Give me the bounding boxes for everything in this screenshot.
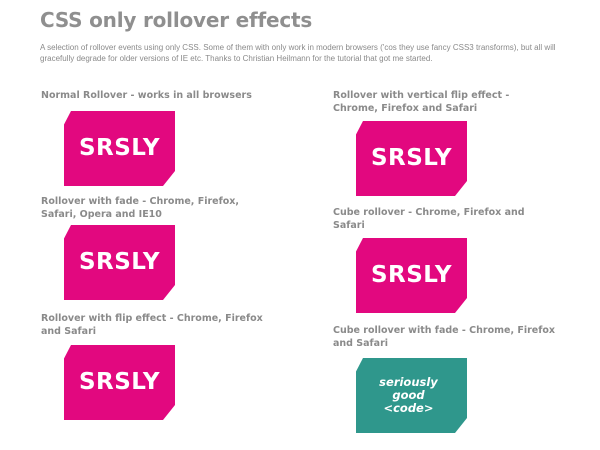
example-heading-normal: Normal Rollover - works in all browsers <box>41 90 252 101</box>
rollover-tile-flip[interactable]: SRSLY <box>64 345 175 420</box>
example-heading-vertical-flip: Rollover with vertical flip effect - Chr… <box>333 90 510 114</box>
rollover-tile-cube-fade[interactable]: seriously good <code> <box>356 358 467 433</box>
rollover-tile-cube[interactable]: SRSLY <box>356 238 467 313</box>
tile-label: SRSLY <box>78 134 161 161</box>
example-heading-fade: Rollover with fade - Chrome, Firefox, Sa… <box>41 196 239 220</box>
tile-label: SRSLY <box>370 144 453 171</box>
rollover-tile-normal[interactable]: SRSLY <box>64 111 175 186</box>
tile-label: seriously good <code> <box>379 375 438 415</box>
page-title: CSS only rollover effects <box>40 8 313 32</box>
example-heading-cube: Cube rollover - Chrome, Firefox and Safa… <box>333 207 525 231</box>
intro-text: A selection of rollover events using onl… <box>40 43 556 63</box>
tile-label: SRSLY <box>370 261 453 288</box>
rollover-tile-vertical-flip[interactable]: SRSLY <box>356 121 467 196</box>
tile-label: SRSLY <box>78 248 161 275</box>
example-heading-flip: Rollover with flip effect - Chrome, Fire… <box>41 313 263 337</box>
rollover-tile-fade[interactable]: SRSLY <box>64 225 175 300</box>
example-heading-cube-fade: Cube rollover with fade - Chrome, Firefo… <box>333 325 556 349</box>
tile-label: SRSLY <box>78 368 161 395</box>
